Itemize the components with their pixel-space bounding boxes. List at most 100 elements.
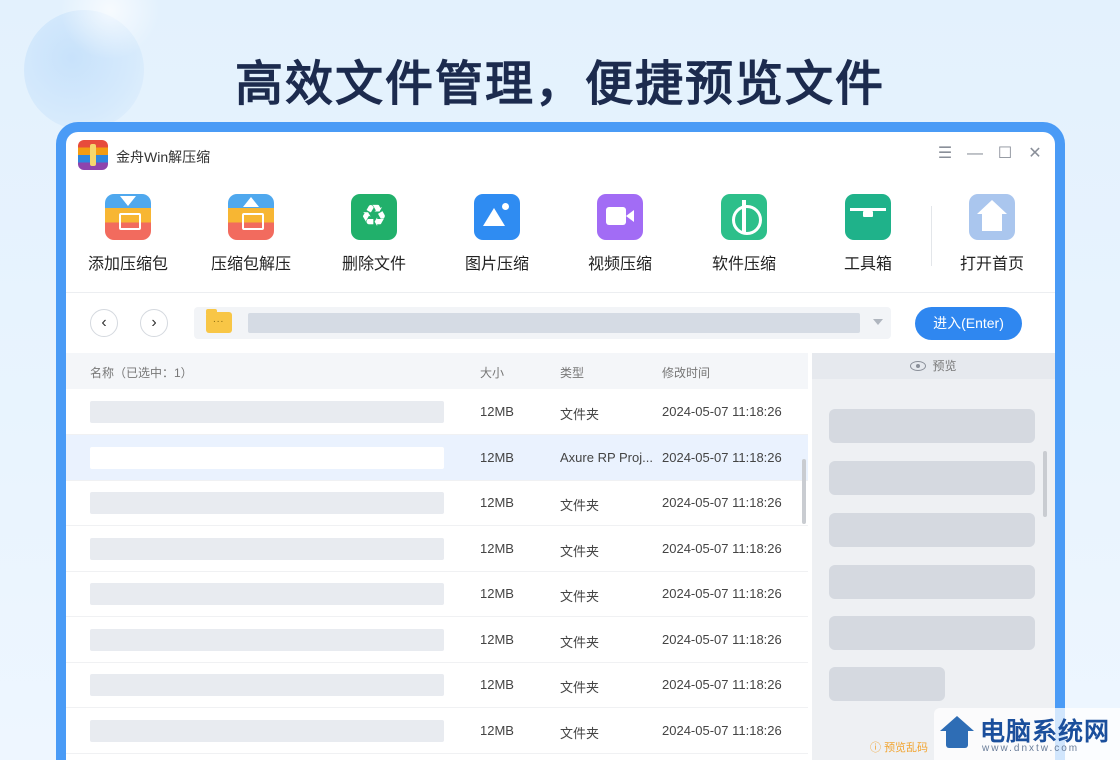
eye-icon [910, 361, 927, 371]
software-compress-icon [721, 194, 767, 240]
header-size[interactable]: 大小 [480, 364, 504, 381]
file-size: 12MB [480, 449, 514, 465]
menu-icon[interactable]: ☰ [935, 144, 955, 164]
image-compress-icon [474, 194, 520, 240]
table-row[interactable]: 12MB 文件夹 2024-05-07 11:18:26 [66, 617, 808, 663]
app-logo-icon [78, 140, 108, 170]
folder-icon-dots: ... [213, 314, 225, 325]
video-compress-icon [597, 194, 643, 240]
file-mtime: 2024-05-07 11:18:26 [662, 586, 782, 601]
open-home-button[interactable]: 打开首页 [932, 190, 1052, 274]
house-logo-icon [940, 716, 974, 750]
add-archive-icon [105, 194, 151, 240]
maximize-icon[interactable]: ☐ [995, 144, 1015, 164]
file-name-placeholder [90, 674, 444, 696]
tool-label: 打开首页 [959, 256, 1024, 273]
file-size: 12MB [480, 404, 514, 419]
file-mtime: 2024-05-07 11:18:26 [662, 449, 782, 465]
preview-scrollbar[interactable] [1043, 451, 1047, 517]
app-window: 金舟Win解压缩 ☰ — ☐ ✕ 添加压缩包 压缩包解压 ♻ 删除文件 图片压缩… [66, 132, 1055, 760]
file-mtime: 2024-05-07 11:18:26 [662, 677, 782, 692]
file-name-placeholder [90, 446, 444, 469]
table-row[interactable]: 12MB 文件夹 2024-05-07 11:18:26 [66, 708, 808, 754]
file-mtime: 2024-05-07 11:18:26 [662, 722, 782, 738]
title-bar: 金舟Win解压缩 ☰ — ☐ ✕ [66, 132, 1055, 180]
tool-label: 压缩包解压 [210, 256, 291, 273]
file-type: 文件夹 [560, 680, 600, 695]
file-name-placeholder [90, 537, 444, 560]
site-watermark: 电脑系统网 www.dnxtw.com [934, 708, 1120, 760]
file-type: 文件夹 [560, 725, 600, 741]
path-bar[interactable]: ... [194, 307, 891, 339]
file-mtime: 2024-05-07 11:18:26 [662, 404, 782, 419]
list-header: 名称（已选中：1） 大小 类型 修改时间 [66, 353, 808, 389]
file-mtime: 2024-05-07 11:18:26 [662, 631, 782, 647]
minimize-icon[interactable]: — [965, 144, 985, 164]
preview-placeholder [829, 409, 1035, 443]
preview-panel: 预览 ⓘ 预览乱码 [812, 353, 1055, 760]
table-row[interactable]: 12MB 文件夹 2024-05-07 11:18:26 [66, 662, 808, 708]
extract-archive-icon [228, 194, 274, 240]
software-compress-button[interactable]: 软件压缩 [684, 190, 804, 274]
preview-garbled-hint[interactable]: ⓘ 预览乱码 [870, 739, 928, 755]
file-type: 文件夹 [560, 407, 600, 422]
folder-icon: ... [206, 309, 232, 333]
preview-placeholder [829, 513, 1035, 547]
header-mtime[interactable]: 修改时间 [662, 364, 710, 381]
tool-label: 工具箱 [843, 256, 892, 273]
header-type[interactable]: 类型 [560, 364, 584, 381]
file-type: 文件夹 [560, 589, 600, 604]
video-compress-button[interactable]: 视频压缩 [560, 190, 680, 274]
dropdown-caret-icon[interactable] [873, 319, 883, 325]
preview-placeholder [829, 667, 945, 701]
close-icon[interactable]: ✕ [1025, 144, 1045, 164]
add-archive-button[interactable]: 添加压缩包 [68, 190, 188, 274]
file-size: 12MB [480, 495, 514, 510]
preview-placeholder [829, 616, 1035, 650]
preview-hint-text: 预览乱码 [884, 742, 929, 754]
header-name[interactable]: 名称（已选中：1） [90, 364, 193, 381]
file-type: 文件夹 [560, 543, 600, 559]
recycle-icon: ♻ [351, 194, 397, 240]
file-name-placeholder [90, 583, 444, 605]
table-row[interactable]: 12MB Axure RP Proj... 2024-05-07 11:18:26 [66, 434, 808, 481]
app-title: 金舟Win解压缩 [116, 149, 211, 165]
toolbox-button[interactable]: 工具箱 [808, 190, 928, 274]
file-name-placeholder [90, 719, 444, 742]
preview-header: 预览 [812, 353, 1055, 379]
delete-files-button[interactable]: ♻ 删除文件 [314, 190, 434, 274]
tool-label: 删除文件 [341, 256, 406, 273]
preview-placeholder [829, 461, 1035, 495]
enter-button[interactable]: 进入(Enter) [915, 307, 1022, 340]
path-input[interactable] [248, 313, 860, 333]
file-size: 12MB [480, 677, 514, 692]
file-mtime: 2024-05-07 11:18:26 [662, 495, 782, 510]
file-type: 文件夹 [560, 498, 600, 513]
promo-headline: 高效文件管理，便捷预览文件 [234, 58, 885, 111]
toolbox-icon [845, 194, 891, 240]
file-size: 12MB [480, 631, 514, 647]
navigation-bar: ‹ › ... 进入(Enter) [66, 292, 1055, 354]
watermark-url: www.dnxtw.com [982, 743, 1080, 754]
table-row[interactable]: 12MB 文件夹 2024-05-07 11:18:26 [66, 480, 808, 526]
home-icon [969, 194, 1015, 240]
file-size: 12MB [480, 722, 514, 738]
window-controls: ☰ — ☐ ✕ [935, 144, 1045, 164]
file-size: 12MB [480, 586, 514, 601]
tool-label: 视频压缩 [587, 256, 652, 273]
preview-title: 预览 [932, 359, 957, 373]
table-row[interactable]: 12MB 文件夹 2024-05-07 11:18:26 [66, 571, 808, 617]
preview-placeholder [829, 565, 1035, 599]
image-compress-button[interactable]: 图片压缩 [437, 190, 557, 274]
forward-button[interactable]: › [140, 309, 168, 337]
toolbar: 添加压缩包 压缩包解压 ♻ 删除文件 图片压缩 视频压缩 软件压缩 工具箱 打开… [66, 190, 1055, 290]
file-name-placeholder [90, 492, 444, 514]
back-button[interactable]: ‹ [90, 309, 118, 337]
table-row[interactable]: 12MB 文件夹 2024-05-07 11:18:26 [66, 526, 808, 572]
list-scrollbar[interactable] [802, 459, 806, 524]
file-type: 文件夹 [560, 634, 600, 650]
file-size: 12MB [480, 540, 514, 556]
extract-archive-button[interactable]: 压缩包解压 [191, 190, 311, 274]
file-list: 名称（已选中：1） 大小 类型 修改时间 12MB 文件夹 2024-05-07 1… [66, 353, 808, 760]
table-row[interactable]: 12MB 文件夹 2024-05-07 11:18:26 [66, 389, 808, 435]
